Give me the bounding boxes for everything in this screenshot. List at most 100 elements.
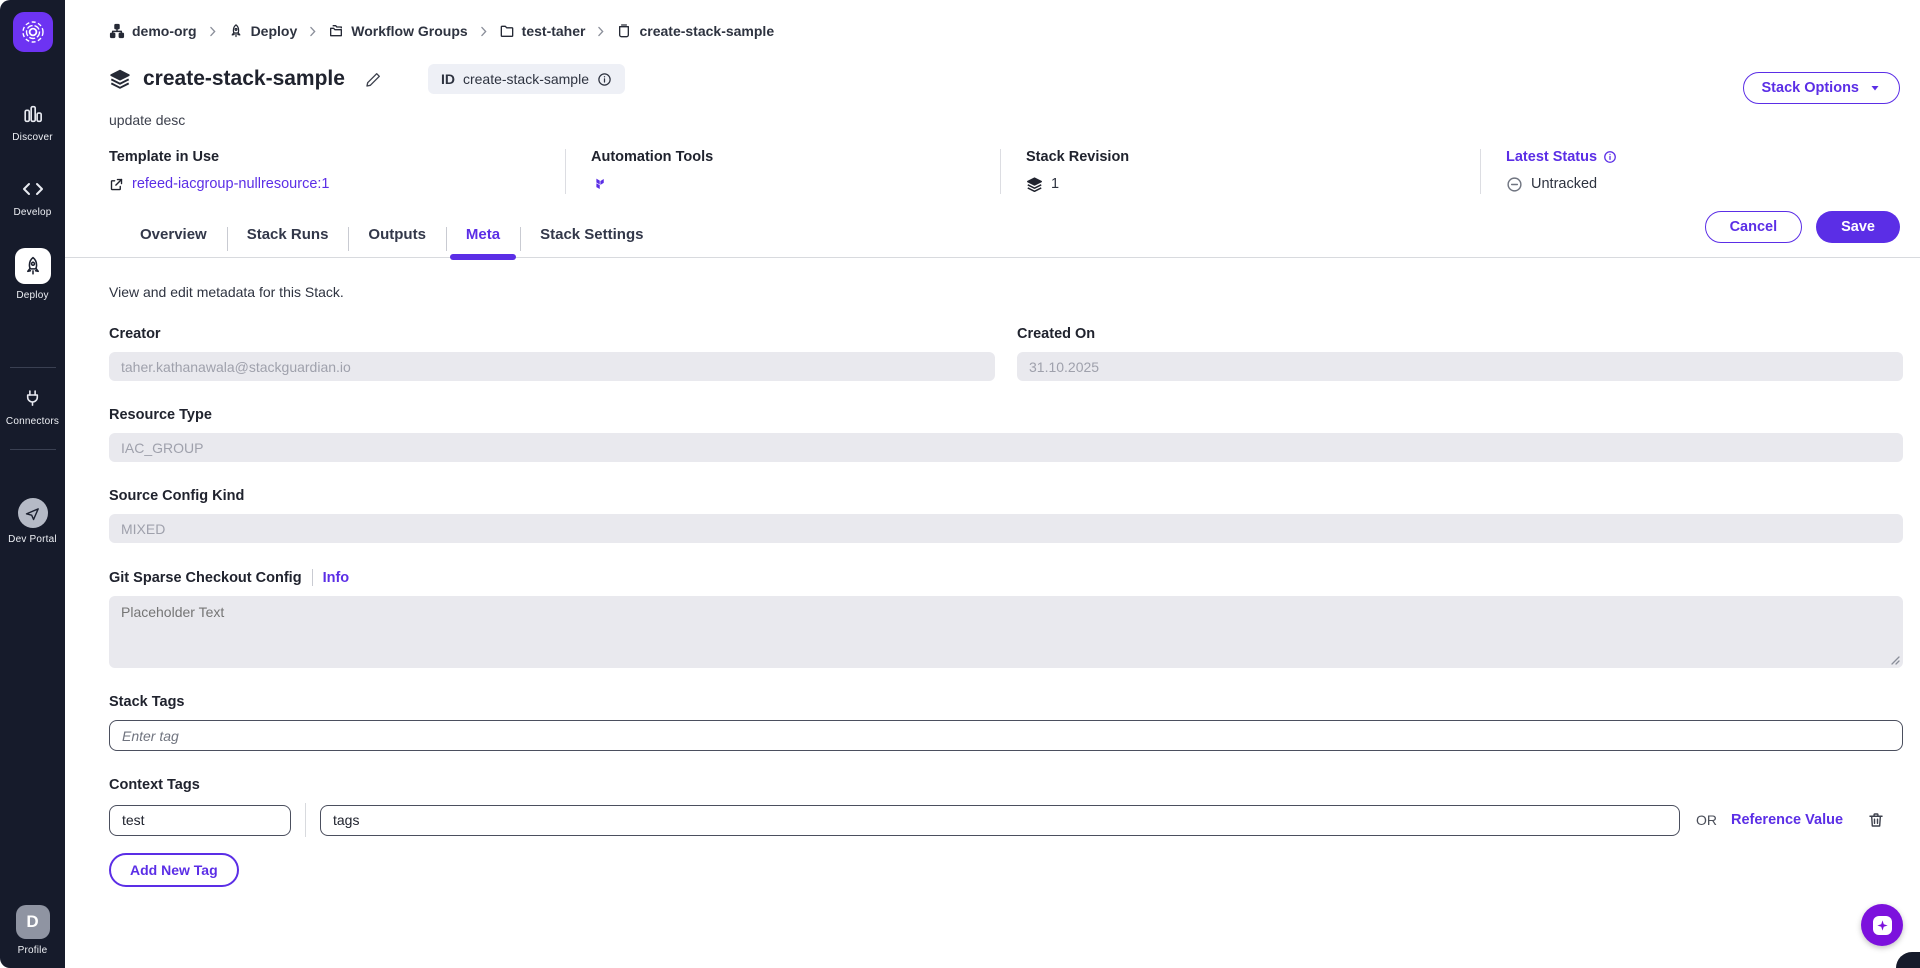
sidebar-label: Dev Portal (8, 534, 57, 545)
breadcrumb-item-org[interactable]: demo-org (109, 23, 197, 39)
chevron-right-icon (206, 25, 219, 38)
revision-value: 1 (1051, 176, 1059, 192)
tab-stack-runs[interactable]: Stack Runs (227, 226, 349, 257)
rocket-icon (15, 248, 51, 284)
tab-meta[interactable]: Meta (446, 226, 520, 257)
breadcrumb-label: Deploy (251, 23, 298, 39)
input-divider (305, 803, 306, 837)
breadcrumb-item-workflow-groups[interactable]: Workflow Groups (328, 23, 467, 39)
sidebar-divider (10, 367, 56, 368)
breadcrumb-item-deploy[interactable]: Deploy (228, 23, 298, 39)
meta-form: View and edit metadata for this Stack. C… (65, 258, 1920, 887)
template-link[interactable]: refeed-iacgroup-nullresource:1 (132, 176, 329, 192)
stack-options-button[interactable]: Stack Options (1743, 72, 1901, 104)
sidebar-item-profile[interactable]: D Profile (16, 905, 50, 956)
bar-chart-icon (21, 102, 45, 126)
app-logo[interactable] (13, 12, 53, 52)
rocket-icon (228, 23, 244, 39)
stack-tags-label: Stack Tags (109, 694, 1903, 710)
creator-label: Creator (109, 326, 995, 342)
layers-icon (109, 68, 131, 90)
reference-value-link[interactable]: Reference Value (1731, 812, 1843, 828)
context-tags-label: Context Tags (109, 777, 1903, 793)
add-new-tag-button[interactable]: Add New Tag (109, 853, 239, 887)
external-link-icon (109, 177, 124, 192)
stack-tags-field-group: Stack Tags (109, 694, 1903, 751)
stack-revision-col: Stack Revision 1 (1000, 149, 1480, 194)
chevron-right-icon (477, 25, 490, 38)
context-tag-key-input[interactable] (109, 805, 291, 836)
id-value: create-stack-sample (463, 71, 589, 87)
sidebar-label: Profile (18, 945, 48, 956)
sidebar-item-dev-portal[interactable]: Dev Portal (8, 498, 57, 545)
context-tags-field-group: Context Tags OR Reference Value Add New … (109, 777, 1903, 887)
terraform-icon (591, 177, 606, 192)
resource-type-field-group: Resource Type (109, 407, 1903, 462)
layers-icon (1026, 176, 1043, 193)
stack-container-icon (616, 23, 632, 39)
sidebar-item-connectors[interactable]: Connectors (6, 386, 59, 427)
sparkle-icon (1873, 916, 1892, 935)
main-content: demo-org Deploy (65, 0, 1920, 968)
creator-input (109, 352, 995, 381)
or-label: OR (1696, 812, 1717, 828)
resource-type-label: Resource Type (109, 407, 1903, 423)
context-tag-value-input[interactable] (320, 805, 1680, 836)
sidebar-label: Develop (13, 207, 51, 218)
breadcrumb-label: Workflow Groups (351, 23, 467, 39)
breadcrumb-label: test-taher (522, 23, 586, 39)
chevron-right-icon (306, 25, 319, 38)
minus-circle-icon (1506, 176, 1523, 193)
assistant-fab-button[interactable] (1861, 904, 1903, 946)
resize-handle-icon[interactable] (1890, 655, 1900, 665)
creator-field-group: Creator (109, 326, 995, 381)
plug-icon (20, 386, 44, 410)
breadcrumb-item-stack[interactable]: create-stack-sample (616, 23, 774, 39)
chevron-right-icon (594, 25, 607, 38)
tab-overview[interactable]: Overview (120, 226, 227, 257)
sidebar-label: Deploy (16, 290, 48, 301)
breadcrumb-item-workflow-group[interactable]: test-taher (499, 23, 586, 39)
template-in-use-col: Template in Use refeed-iacgroup-nullreso… (65, 149, 565, 194)
cancel-button[interactable]: Cancel (1705, 211, 1803, 243)
status-label: Latest Status (1506, 149, 1597, 165)
sidebar-item-develop[interactable]: Develop (13, 177, 51, 218)
save-button[interactable]: Save (1816, 211, 1900, 243)
git-sparse-field-group: Git Sparse Checkout Config Info (109, 569, 1903, 668)
latest-status-col: Latest Status Untracked (1480, 149, 1920, 194)
stack-tags-input[interactable] (109, 720, 1903, 751)
sidebar-item-deploy[interactable]: Deploy (15, 248, 51, 301)
code-icon (21, 177, 45, 201)
sidebar-divider (10, 449, 56, 450)
tab-stack-settings[interactable]: Stack Settings (520, 226, 663, 257)
tabs-bar: Overview Stack Runs Outputs Meta Stack S… (65, 218, 1920, 258)
breadcrumb: demo-org Deploy (65, 0, 1920, 39)
breadcrumb-label: create-stack-sample (639, 23, 774, 39)
edit-pencil-icon[interactable] (365, 71, 382, 88)
git-sparse-info-link[interactable]: Info (323, 570, 350, 586)
info-icon (1603, 150, 1617, 164)
sidebar: Discover Develop Deploy (0, 0, 65, 968)
git-sparse-textarea (109, 596, 1903, 668)
latest-status-label-row[interactable]: Latest Status (1506, 149, 1900, 165)
source-config-kind-field-group: Source Config Kind (109, 488, 1903, 543)
trash-icon[interactable] (1867, 811, 1885, 829)
form-intro-text: View and edit metadata for this Stack. (109, 284, 1903, 300)
resource-type-input (109, 433, 1903, 462)
sidebar-label: Discover (12, 132, 53, 143)
sidebar-item-discover[interactable]: Discover (12, 102, 53, 143)
status-badge: Untracked (1531, 176, 1597, 192)
logo-rings-icon (20, 19, 46, 45)
info-icon[interactable] (597, 72, 612, 87)
chevron-down-icon (1869, 82, 1881, 94)
tab-outputs[interactable]: Outputs (348, 226, 446, 257)
title-row: create-stack-sample ID create-stack-samp… (109, 64, 1900, 94)
stack-description: update desc (109, 112, 1900, 128)
stack-options-label: Stack Options (1762, 80, 1860, 96)
stack-info-row: Template in Use refeed-iacgroup-nullreso… (65, 149, 1920, 194)
source-config-kind-input (109, 514, 1903, 543)
context-tag-row: OR Reference Value (109, 803, 1903, 837)
label-divider (312, 569, 313, 586)
tab-actions: Cancel Save (1705, 211, 1900, 243)
folders-icon (328, 23, 344, 39)
